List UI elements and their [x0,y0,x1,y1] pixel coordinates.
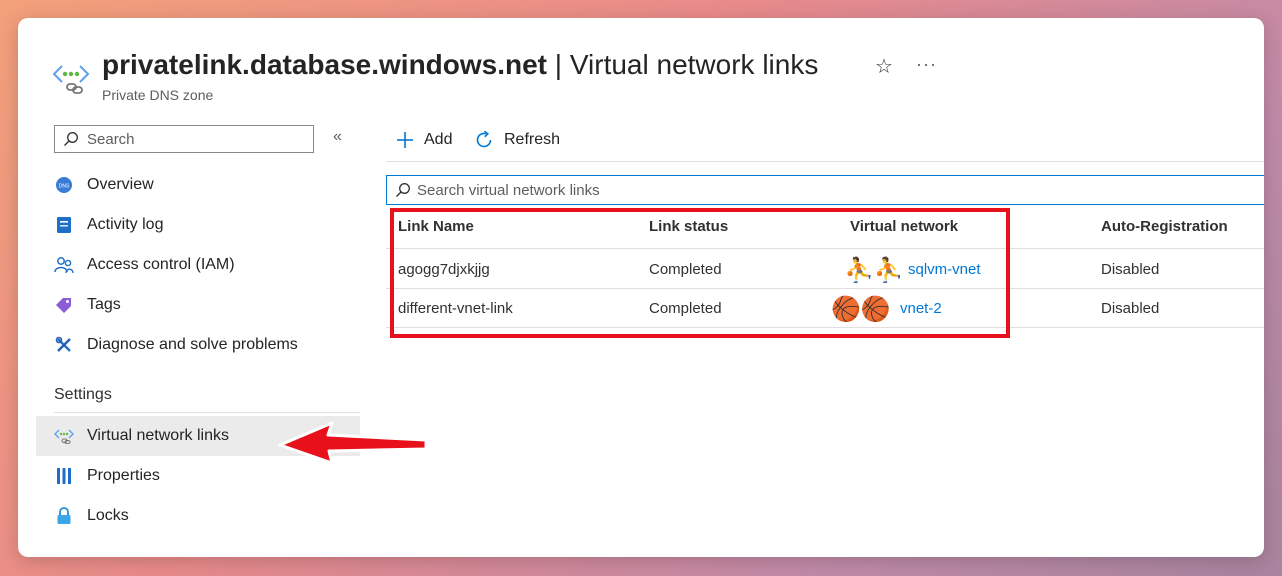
search-icon [396,183,410,197]
title-separator: | [547,49,570,80]
sidebar-item-label: Overview [87,176,154,193]
resource-type: Private DNS zone [102,87,214,103]
basketball-player-emoji: ⛹⛹ [844,256,904,284]
dns-globe-icon: DNS [54,175,74,195]
sidebar-item-access-control[interactable]: Access control (IAM) [36,245,360,285]
sidebar-item-diagnose[interactable]: Diagnose and solve problems [36,325,360,365]
sidebar-item-label: Activity log [87,216,164,233]
activity-log-icon [54,215,74,235]
toolbar-divider [386,161,1264,162]
list-search-input[interactable] [415,180,1219,200]
list-search[interactable] [386,175,1264,205]
tag-icon [54,295,74,315]
add-button-label: Add [424,131,453,148]
auto-registration-cell: Disabled [1101,300,1160,317]
sidebar-search[interactable] [54,125,314,153]
column-header-auto-registration[interactable]: Auto-Registration [1101,218,1228,235]
divider [54,412,360,413]
plus-icon [396,131,414,149]
refresh-button[interactable]: Refresh [474,126,560,154]
settings-section-header: Settings [54,386,112,403]
page-title: privatelink.database.windows.net | Virtu… [102,48,818,82]
sidebar-item-locks[interactable]: Locks [36,496,360,536]
sidebar-item-activity-log[interactable]: Activity log [36,205,360,245]
link-name-cell: different-vnet-link [398,300,513,317]
red-arrow-annotation [278,421,428,465]
basketball-emoji: 🏀🏀 [831,295,891,323]
refresh-button-label: Refresh [504,131,561,148]
link-status-cell: Completed [649,300,722,317]
refresh-icon [474,130,494,150]
sidebar-item-tags[interactable]: Tags [36,285,360,325]
sidebar-item-label: Tags [87,296,121,313]
sidebar-item-label: Properties [87,467,160,484]
auto-registration-cell: Disabled [1101,261,1160,278]
virtual-network-link[interactable]: sqlvm-vnet [908,261,981,278]
search-icon [64,132,78,146]
row-divider [386,327,1264,328]
svg-text:DNS: DNS [59,184,70,190]
column-header-link-name[interactable]: Link Name [398,218,474,235]
properties-icon [54,466,74,486]
wrench-icon [54,335,74,355]
vnet-link-icon [54,426,74,446]
sidebar-item-label: Diagnose and solve problems [87,336,298,353]
virtual-network-link[interactable]: vnet-2 [900,300,942,317]
column-header-link-status[interactable]: Link status [649,218,728,235]
link-name-cell: agogg7djxkjjg [398,261,490,278]
star-icon[interactable]: ☆ [875,54,893,79]
lock-icon [54,506,74,526]
sidebar-item-label: Locks [87,507,129,524]
sidebar-item-label: Virtual network links [87,427,229,444]
column-header-virtual-network[interactable]: Virtual network [850,218,958,235]
portal-window: privatelink.database.windows.net | Virtu… [18,18,1264,557]
row-divider [386,248,1264,249]
sidebar-item-overview[interactable]: DNS Overview [36,165,360,205]
sidebar-item-label: Access control (IAM) [87,256,235,273]
private-dns-zone-icon [53,65,90,94]
more-options-button[interactable]: ··· [916,54,937,75]
blade-name: Virtual network links [569,49,819,80]
link-status-cell: Completed [649,261,722,278]
add-button[interactable]: Add [396,126,452,154]
sidebar-search-input[interactable] [85,129,309,149]
people-icon [54,255,74,275]
collapse-sidebar-button[interactable]: « [333,128,342,146]
row-divider [386,288,1264,289]
resource-name: privatelink.database.windows.net [102,49,548,80]
